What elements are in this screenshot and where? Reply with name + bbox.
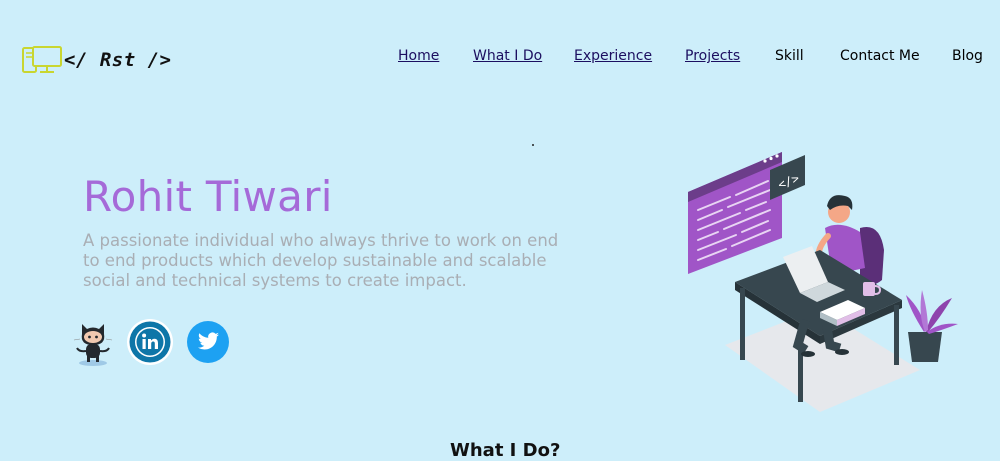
developer-at-desk-illustration: </> — [688, 152, 958, 412]
github-link[interactable] — [70, 318, 116, 366]
main-nav: Home What I Do Experience Projects Skill… — [0, 48, 1000, 68]
nav-projects[interactable]: Projects — [685, 48, 740, 64]
github-octocat-icon — [73, 324, 113, 366]
twitter-link[interactable] — [186, 318, 232, 366]
hero-description: A passionate individual who always thriv… — [83, 231, 559, 290]
linkedin-icon — [127, 319, 173, 365]
nav-blog[interactable]: Blog — [952, 48, 983, 64]
linkedin-link[interactable] — [126, 318, 174, 366]
stray-dot — [532, 144, 534, 146]
nav-contact-me[interactable]: Contact Me — [840, 48, 920, 64]
hero-name: Rohit Tiwari — [83, 172, 333, 221]
twitter-icon — [187, 321, 229, 363]
nav-what-i-do[interactable]: What I Do — [473, 48, 542, 64]
nav-skill[interactable]: Skill — [775, 48, 804, 64]
section-heading-what-i-do: What I Do? — [450, 440, 561, 461]
nav-home[interactable]: Home — [398, 48, 439, 64]
nav-experience[interactable]: Experience — [574, 48, 652, 64]
